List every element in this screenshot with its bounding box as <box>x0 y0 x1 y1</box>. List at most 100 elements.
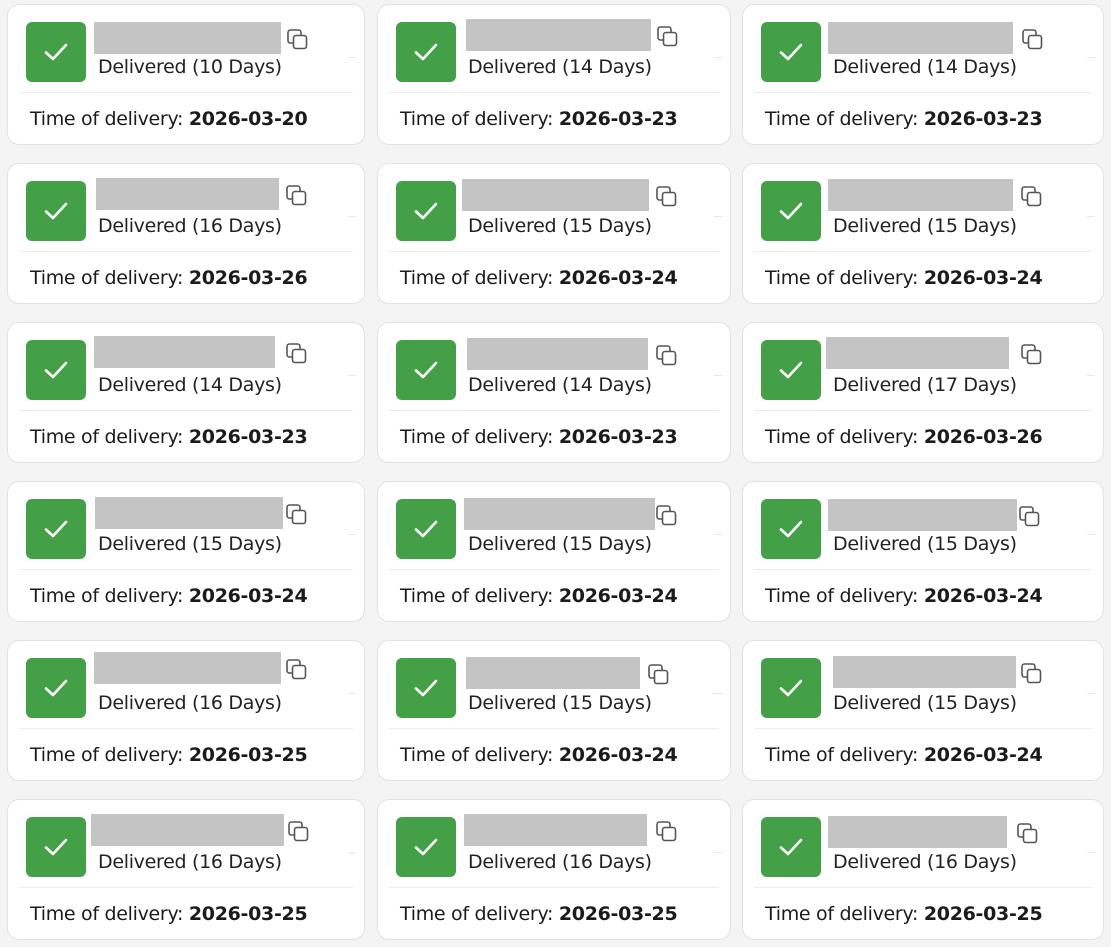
tracking-card[interactable]: Delivered (15 Days) Time of delivery: 20… <box>377 481 731 622</box>
delivery-status: Delivered (10 Days) <box>98 56 282 78</box>
copy-icon[interactable] <box>284 657 310 683</box>
delivery-status: Delivered (14 Days) <box>468 374 652 396</box>
redacted-tracking-number <box>94 336 275 368</box>
copy-icon[interactable] <box>654 184 680 210</box>
time-of-delivery-date: 2026-03-25 <box>558 903 678 925</box>
tracking-card[interactable]: Delivered (16 Days) Time of delivery: 20… <box>7 799 365 940</box>
redacted-tracking-number <box>462 179 649 211</box>
copy-icon[interactable] <box>286 819 312 845</box>
time-of-delivery: Time of delivery: 2026-03-24 <box>30 585 308 607</box>
redacted-tracking-number <box>94 652 281 684</box>
time-of-delivery-date: 2026-03-24 <box>558 267 678 289</box>
copy-icon[interactable] <box>1019 661 1045 687</box>
check-icon <box>761 817 821 877</box>
copy-icon[interactable] <box>1015 821 1041 847</box>
tracking-card[interactable]: Delivered (14 Days) Time of delivery: 20… <box>377 4 731 145</box>
tracking-card[interactable]: Delivered (15 Days) Time of delivery: 20… <box>742 640 1104 781</box>
card-divider <box>19 251 353 252</box>
tracking-card[interactable]: Delivered (16 Days) Time of delivery: 20… <box>377 799 731 940</box>
time-of-delivery-date: 2026-03-24 <box>188 585 308 607</box>
check-icon <box>396 22 456 82</box>
copy-icon[interactable] <box>284 502 310 528</box>
tracking-card[interactable]: Delivered (16 Days) Time of delivery: 20… <box>7 163 365 304</box>
delivery-status: Delivered (14 Days) <box>833 56 1017 78</box>
copy-icon[interactable] <box>1020 27 1046 53</box>
divider-tick <box>1087 852 1095 853</box>
time-of-delivery-date: 2026-03-26 <box>923 426 1043 448</box>
delivery-status: Delivered (15 Days) <box>468 692 652 714</box>
check-icon <box>396 817 456 877</box>
time-of-delivery-date: 2026-03-23 <box>188 426 308 448</box>
card-divider <box>19 728 353 729</box>
time-of-delivery-label: Time of delivery: <box>765 426 919 448</box>
time-of-delivery-label: Time of delivery: <box>30 744 184 766</box>
redacted-tracking-number <box>464 814 647 846</box>
time-of-delivery-label: Time of delivery: <box>400 108 554 130</box>
copy-icon[interactable] <box>285 27 311 53</box>
card-divider <box>19 92 353 93</box>
copy-icon[interactable] <box>646 662 672 688</box>
delivery-status: Delivered (16 Days) <box>833 851 1017 873</box>
card-divider <box>754 569 1092 570</box>
tracking-card[interactable]: Delivered (14 Days) Time of delivery: 20… <box>742 4 1104 145</box>
tracking-card[interactable]: Delivered (15 Days) Time of delivery: 20… <box>742 163 1104 304</box>
tracking-card[interactable]: Delivered (16 Days) Time of delivery: 20… <box>7 640 365 781</box>
check-icon <box>761 340 821 400</box>
time-of-delivery: Time of delivery: 2026-03-24 <box>400 267 678 289</box>
time-of-delivery-date: 2026-03-23 <box>558 108 678 130</box>
time-of-delivery-label: Time of delivery: <box>400 903 554 925</box>
tracking-card[interactable]: Delivered (17 Days) Time of delivery: 20… <box>742 322 1104 463</box>
time-of-delivery-date: 2026-03-25 <box>923 903 1043 925</box>
check-icon <box>761 181 821 241</box>
time-of-delivery-label: Time of delivery: <box>765 267 919 289</box>
tracking-card[interactable]: Delivered (14 Days) Time of delivery: 20… <box>7 322 365 463</box>
copy-icon[interactable] <box>1019 342 1045 368</box>
check-icon <box>761 658 821 718</box>
check-icon <box>26 817 86 877</box>
tracking-card[interactable]: Delivered (15 Days) Time of delivery: 20… <box>377 640 731 781</box>
time-of-delivery: Time of delivery: 2026-03-23 <box>765 108 1043 130</box>
delivery-status: Delivered (15 Days) <box>98 533 282 555</box>
delivery-status: Delivered (16 Days) <box>98 215 282 237</box>
time-of-delivery-date: 2026-03-25 <box>188 903 308 925</box>
tracking-card[interactable]: Delivered (14 Days) Time of delivery: 20… <box>377 322 731 463</box>
time-of-delivery: Time of delivery: 2026-03-25 <box>400 903 678 925</box>
copy-icon[interactable] <box>284 341 310 367</box>
time-of-delivery-date: 2026-03-23 <box>923 108 1043 130</box>
card-divider <box>754 728 1092 729</box>
time-of-delivery-label: Time of delivery: <box>765 108 919 130</box>
time-of-delivery-date: 2026-03-24 <box>923 267 1043 289</box>
copy-icon[interactable] <box>1019 184 1045 210</box>
divider-tick <box>348 375 356 376</box>
time-of-delivery-date: 2026-03-24 <box>923 585 1043 607</box>
copy-icon[interactable] <box>1017 504 1043 530</box>
divider-tick <box>348 216 356 217</box>
delivery-status: Delivered (15 Days) <box>833 533 1017 555</box>
tracking-card[interactable]: Delivered (15 Days) Time of delivery: 20… <box>377 163 731 304</box>
divider-tick <box>1087 534 1095 535</box>
tracking-card[interactable]: Delivered (16 Days) Time of delivery: 20… <box>742 799 1104 940</box>
tracking-card[interactable]: Delivered (10 Days) Time of delivery: 20… <box>7 4 365 145</box>
card-divider <box>389 569 719 570</box>
card-divider <box>19 887 353 888</box>
check-icon <box>761 499 821 559</box>
check-icon <box>26 181 86 241</box>
time-of-delivery-label: Time of delivery: <box>30 585 184 607</box>
divider-tick <box>348 534 356 535</box>
divider-tick <box>348 852 356 853</box>
time-of-delivery-label: Time of delivery: <box>765 744 919 766</box>
copy-icon[interactable] <box>654 343 680 369</box>
time-of-delivery-label: Time of delivery: <box>30 903 184 925</box>
divider-tick <box>1087 57 1095 58</box>
divider-tick <box>714 57 722 58</box>
time-of-delivery: Time of delivery: 2026-03-23 <box>400 108 678 130</box>
copy-icon[interactable] <box>654 503 680 529</box>
copy-icon[interactable] <box>654 819 680 845</box>
tracking-card[interactable]: Delivered (15 Days) Time of delivery: 20… <box>7 481 365 622</box>
time-of-delivery-label: Time of delivery: <box>30 426 184 448</box>
divider-tick <box>714 216 722 217</box>
copy-icon[interactable] <box>284 183 310 209</box>
copy-icon[interactable] <box>655 24 681 50</box>
tracking-card[interactable]: Delivered (15 Days) Time of delivery: 20… <box>742 481 1104 622</box>
delivery-status: Delivered (15 Days) <box>468 533 652 555</box>
